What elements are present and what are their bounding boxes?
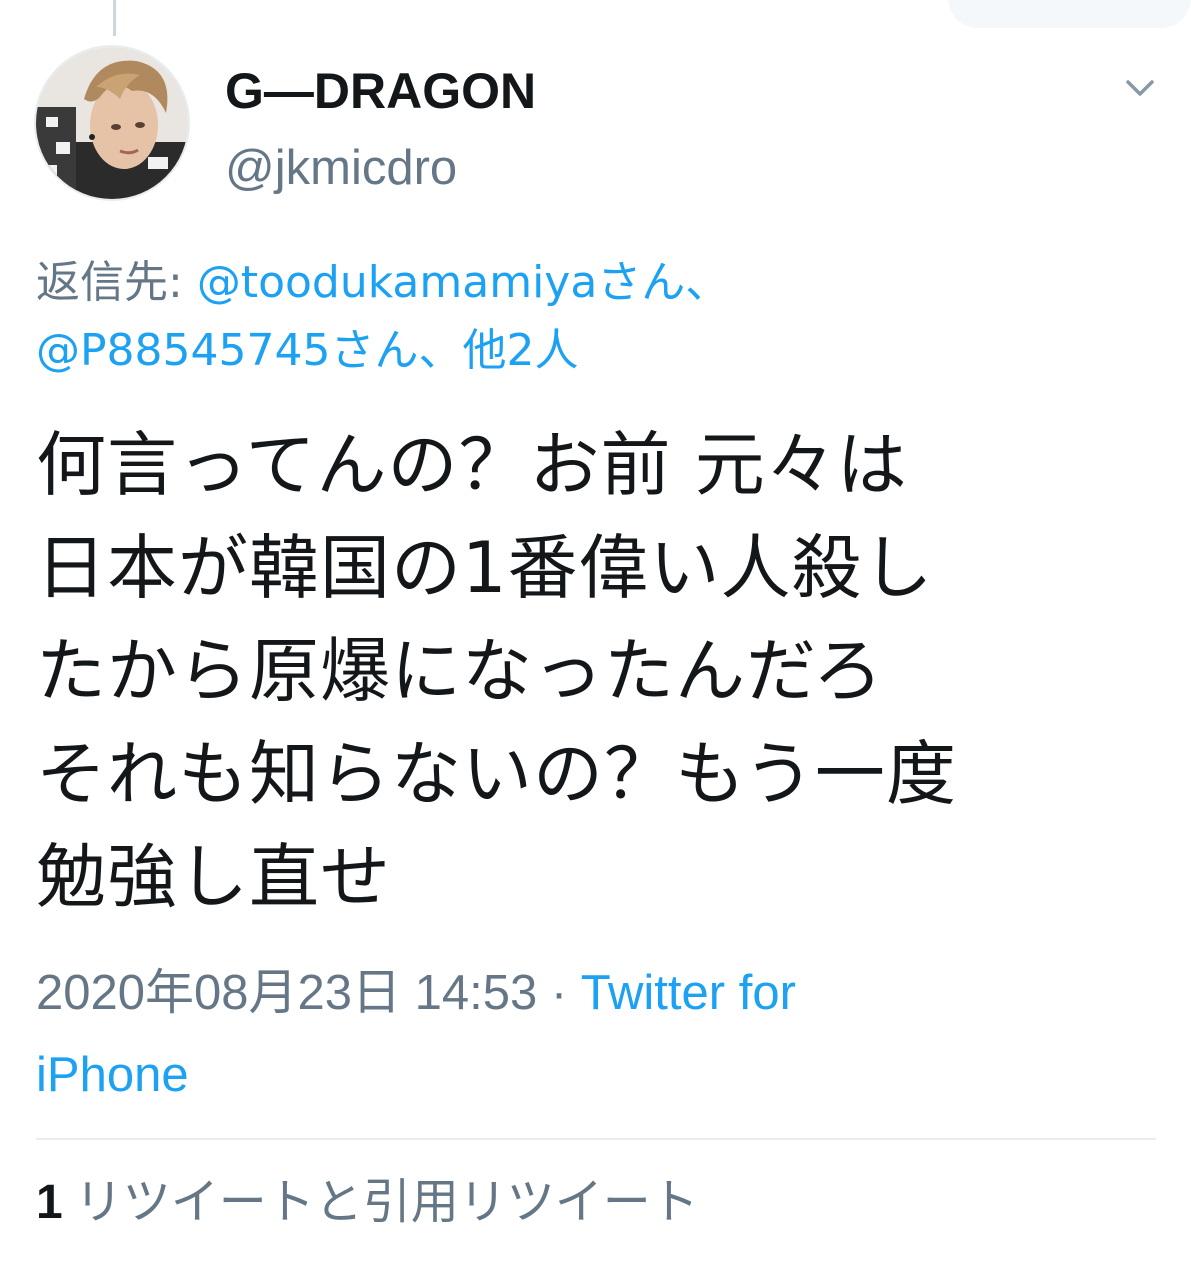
replying-to: 返信先: @toodukamamiyaさん、 @P88545745さん、他2人	[36, 249, 1136, 385]
replying-to-line-1: 返信先: @toodukamamiyaさん、	[36, 249, 1136, 317]
tweet-source-link-cont[interactable]: iPhone	[36, 1034, 1156, 1116]
author-name[interactable]: G—DRAGON	[225, 63, 536, 119]
avatar[interactable]	[34, 45, 190, 201]
avatar-photo-icon	[36, 47, 188, 199]
tweet-detail-page: G—DRAGON @jkmicdro 返信先: @toodukamamiyaさん…	[0, 0, 1191, 1279]
chevron-down-icon[interactable]	[1120, 72, 1160, 104]
reply-mention-link[interactable]: @toodukamamiyaさん、	[197, 257, 730, 308]
tweet-text-line: 日本が韓国の1番偉い人殺し	[36, 527, 934, 609]
retweet-label: リツイートと引用リツイート	[74, 1174, 699, 1230]
divider	[36, 1138, 1156, 1140]
reply-mention-link-2[interactable]: @P88545745さん、他2人	[36, 317, 1136, 385]
tweet-text: 何言ってんの？お前 元々は 日本が韓国の1番偉い人殺し たから原爆になったんだろ…	[36, 414, 1146, 929]
retweet-stats[interactable]: 1 リツイートと引用リツイート	[36, 1172, 699, 1233]
tweet-timestamp[interactable]: 2020年08月23日 14:53 ·	[36, 966, 581, 1020]
top-partial-element	[948, 0, 1191, 28]
tweet-text-line: たから原爆になったんだろ	[36, 630, 884, 712]
tweet-text-line: それも知らないの？もう一度	[36, 733, 957, 815]
retweet-count: 1	[36, 1176, 63, 1229]
replying-to-prefix: 返信先:	[36, 257, 197, 308]
tweet-text-line: 何言ってんの？お前 元々は	[36, 424, 908, 506]
thread-connector-line	[113, 0, 116, 36]
tweet-meta: 2020年08月23日 14:53 · Twitter for iPhone	[36, 952, 1156, 1116]
tweet-source-link[interactable]: Twitter for	[581, 966, 796, 1020]
tweet-text-line: 勉強し直せ	[36, 836, 391, 918]
author-handle[interactable]: @jkmicdro	[225, 140, 457, 196]
